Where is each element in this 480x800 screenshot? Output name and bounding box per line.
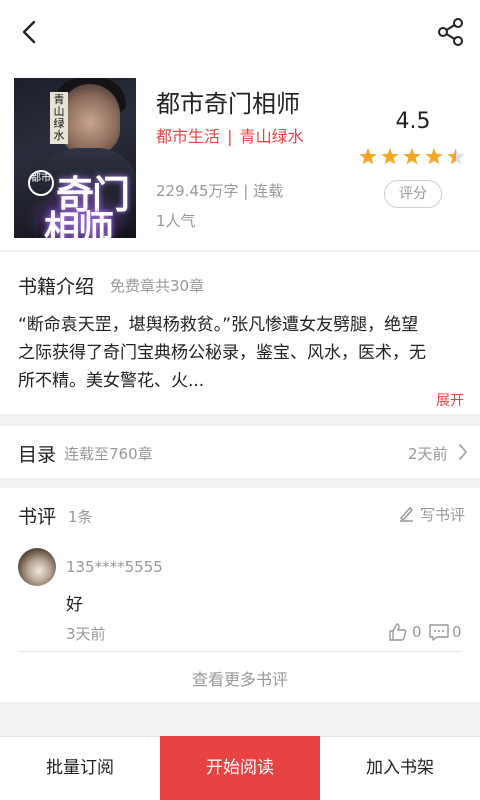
rating-stars bbox=[358, 146, 468, 168]
reviews-count: 1条 bbox=[68, 508, 93, 526]
cover-title-line2: 相师 bbox=[44, 208, 114, 238]
comments-count: 0 bbox=[452, 623, 462, 641]
book-title: 都市奇门相师 bbox=[156, 90, 300, 118]
toc-updated: 2天前 bbox=[408, 445, 448, 463]
book-cover-image[interactable]: 青山绿水 都市 奇门 相师 bbox=[14, 78, 136, 238]
rating-star-icon bbox=[359, 148, 377, 165]
rating-star-icon bbox=[425, 148, 443, 165]
reviewer-name: 135****5555 bbox=[66, 558, 163, 576]
intro-text-line3: 所不精。美女警花、火... bbox=[18, 371, 205, 391]
intro-heading: 书籍介绍 bbox=[18, 276, 95, 298]
cover-series-badge: 都市 bbox=[28, 170, 54, 196]
book-words-status: 229.45万字 | 连载 bbox=[156, 182, 284, 200]
avatar[interactable] bbox=[18, 548, 56, 586]
more-reviews-link[interactable]: 查看更多书评 bbox=[0, 666, 480, 690]
chevron-left-icon[interactable] bbox=[16, 16, 44, 48]
header-bar bbox=[0, 0, 480, 64]
rating-star-icon bbox=[403, 148, 421, 165]
rating-star-icon bbox=[447, 148, 465, 165]
reviews-heading: 书评 bbox=[18, 506, 57, 528]
intro-text-line1: “断命袁天罡，堪舆杨救贫。”张凡惨遭女友劈腿，绝望 bbox=[18, 315, 419, 335]
cover-author-tag: 青山绿水 bbox=[50, 92, 68, 144]
pen-icon bbox=[398, 504, 414, 522]
add-to-shelf-button[interactable]: 加入书架 bbox=[320, 736, 480, 800]
thumbs-up-icon[interactable] bbox=[388, 622, 408, 642]
toc-heading: 目录 bbox=[18, 444, 57, 466]
free-chapters-info: 免费章共30章 bbox=[110, 277, 205, 295]
comment-icon[interactable] bbox=[428, 622, 450, 642]
review-divider bbox=[18, 651, 462, 652]
toc-status: 连载至760章 bbox=[64, 445, 153, 463]
book-category[interactable]: 都市生活 bbox=[156, 127, 220, 146]
review-time: 3天前 bbox=[66, 625, 106, 643]
book-author[interactable]: 青山绿水 bbox=[240, 127, 304, 146]
share-icon[interactable] bbox=[436, 16, 466, 48]
review-item[interactable]: 135****5555 好 3天前 0 0 bbox=[0, 540, 480, 650]
start-reading-button[interactable]: 开始阅读 bbox=[160, 736, 320, 800]
batch-subscribe-button[interactable]: 批量订阅 bbox=[0, 736, 160, 800]
rating-star-icon bbox=[381, 148, 399, 165]
rate-button[interactable]: 评分 bbox=[384, 180, 442, 208]
expand-link[interactable]: 展开 bbox=[436, 390, 464, 410]
review-content: 好 bbox=[66, 595, 83, 615]
likes-count: 0 bbox=[412, 623, 422, 641]
intro-text-line2: 之际获得了奇门宝典杨公秘录，鉴宝、风水，医术，无 bbox=[18, 343, 426, 363]
chevron-right-icon bbox=[456, 442, 470, 462]
book-category-author[interactable]: 都市生活 | 青山绿水 bbox=[156, 123, 304, 147]
write-review-label: 写书评 bbox=[420, 506, 466, 524]
rating-value: 4.5 bbox=[395, 109, 431, 134]
category-separator: | bbox=[227, 127, 233, 146]
book-popularity: 1人气 bbox=[156, 212, 196, 230]
